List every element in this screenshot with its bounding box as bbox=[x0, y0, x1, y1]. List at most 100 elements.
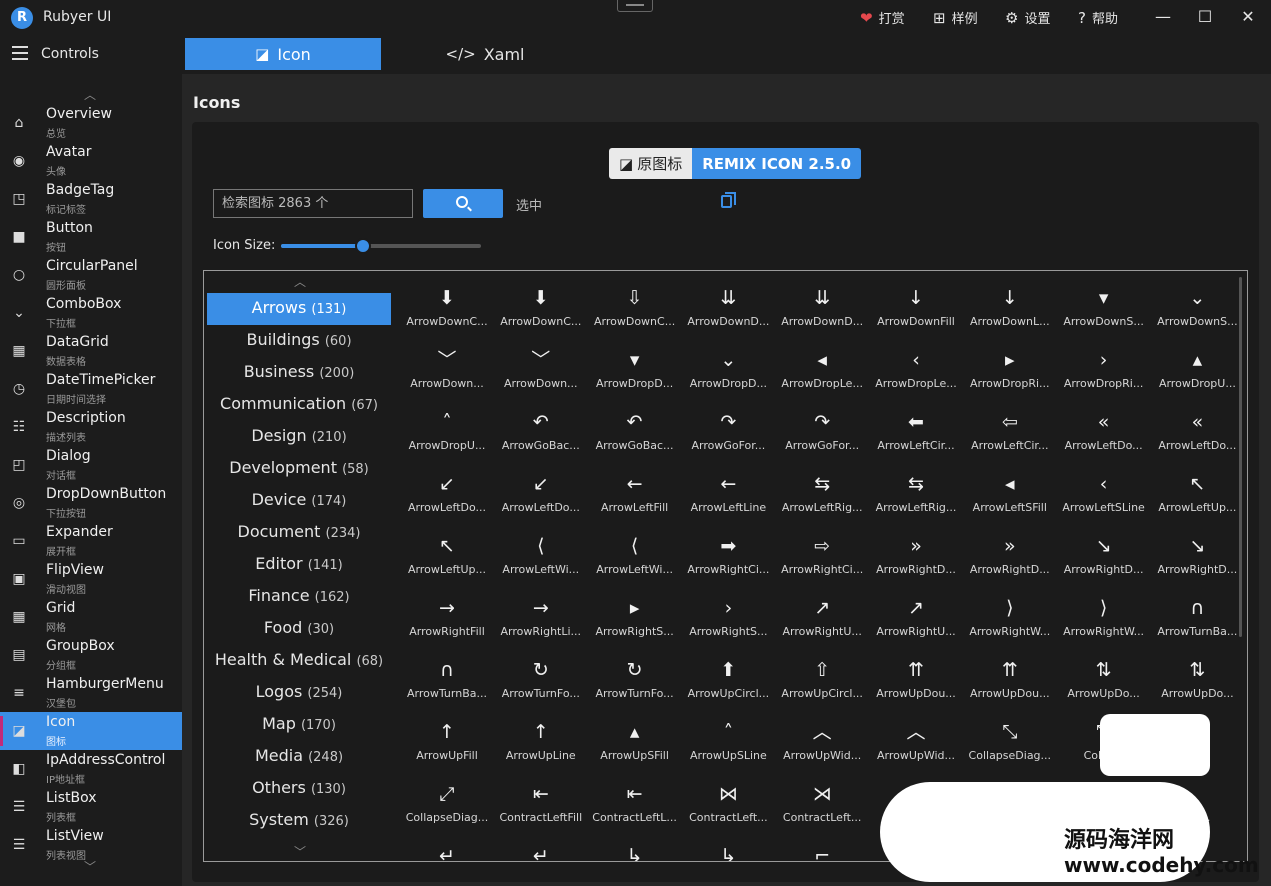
icon-cell[interactable]: ⟨ ArrowLeftWi... bbox=[590, 529, 680, 591]
icon-cell[interactable]: ⇦ ArrowLeftCir... bbox=[965, 405, 1055, 467]
tab-icon[interactable]: ◪ Icon bbox=[185, 38, 381, 70]
sidebar-item-icon[interactable]: ◪ Icon 图标 bbox=[0, 712, 182, 750]
original-icon-label[interactable]: ◪ 原图标 bbox=[609, 148, 693, 179]
icon-cell[interactable]: ⬆ ArrowUpCircl... bbox=[683, 653, 773, 715]
hamburger-icon[interactable] bbox=[12, 46, 28, 60]
icon-cell[interactable]: » ArrowRightD... bbox=[871, 529, 961, 591]
icon-cell[interactable]: ︿ ArrowUpWid... bbox=[871, 715, 961, 777]
icon-cell[interactable]: ↓ ArrowDownFill bbox=[871, 281, 961, 343]
sidebar-item-groupbox[interactable]: ▤ GroupBox 分组框 bbox=[0, 636, 182, 674]
icon-cell[interactable]: ↵ bbox=[496, 839, 586, 861]
sidebar-item-avatar[interactable]: ◉ Avatar 头像 bbox=[0, 142, 182, 180]
icon-cell[interactable]: ▸ ArrowRightS... bbox=[590, 591, 680, 653]
icon-cell[interactable]: ˄ ArrowUpSLine bbox=[683, 715, 773, 777]
icon-cell[interactable]: ↶ ArrowGoBac... bbox=[590, 405, 680, 467]
category-item[interactable]: Communication (67) bbox=[208, 389, 390, 421]
icon-cell[interactable]: ⬅ ArrowLeftCir... bbox=[871, 405, 961, 467]
sidebar-item-datetimepicker[interactable]: ◷ DateTimePicker 日期时间选择 bbox=[0, 370, 182, 408]
category-item[interactable]: Others (130) bbox=[208, 773, 390, 805]
category-item[interactable]: Food (30) bbox=[208, 613, 390, 645]
category-scroll-up-icon[interactable]: ︿ bbox=[294, 273, 306, 290]
category-item[interactable]: Editor (141) bbox=[208, 549, 390, 581]
category-item[interactable]: Device (174) bbox=[208, 485, 390, 517]
icon-cell[interactable]: ⇨ ArrowRightCi... bbox=[777, 529, 867, 591]
sidebar-item-dialog[interactable]: ◰ Dialog 对话框 bbox=[0, 446, 182, 484]
icon-cell[interactable]: ↖ ArrowLeftUp... bbox=[1152, 467, 1242, 529]
icon-cell[interactable]: ⤡ CollapseDiag... bbox=[965, 715, 1055, 777]
icon-cell[interactable]: ↵ bbox=[402, 839, 492, 861]
icon-cell[interactable]: ⇊ ArrowDownD... bbox=[683, 281, 773, 343]
icon-cell[interactable]: ↳ bbox=[683, 839, 773, 861]
icon-cell[interactable]: ⇊ ArrowDownD... bbox=[777, 281, 867, 343]
maximize-button[interactable]: ☐ bbox=[1193, 5, 1217, 29]
category-item[interactable]: Business (200) bbox=[208, 357, 390, 389]
icon-cell[interactable]: ➡ ArrowRightCi... bbox=[683, 529, 773, 591]
icon-cell[interactable]: ⋊ ContractLeft... bbox=[777, 777, 867, 839]
icon-cell[interactable]: ⟩ ArrowRightW... bbox=[1059, 591, 1149, 653]
sidebar-item-expander[interactable]: ▭ Expander 展开框 bbox=[0, 522, 182, 560]
drag-handle[interactable] bbox=[617, 0, 653, 12]
category-item[interactable]: Finance (162) bbox=[208, 581, 390, 613]
icon-cell[interactable]: « ArrowLeftDo... bbox=[1152, 405, 1242, 467]
icon-cell[interactable]: « ArrowLeftDo... bbox=[1059, 405, 1149, 467]
category-item[interactable]: System (326) bbox=[208, 805, 390, 837]
category-item[interactable]: Design (210) bbox=[208, 421, 390, 453]
icon-cell[interactable]: ∩ ArrowTurnBa... bbox=[402, 653, 492, 715]
icon-cell[interactable]: ⌄ ArrowDropD... bbox=[683, 343, 773, 405]
icon-cell[interactable]: ▴ ArrowDropU... bbox=[1152, 343, 1242, 405]
icon-cell[interactable]: ⇈ ArrowUpDou... bbox=[965, 653, 1055, 715]
sidebar-scroll-down-icon[interactable]: ﹀ bbox=[84, 858, 96, 875]
sidebar-item-overview[interactable]: ⌂ Overview 总览 bbox=[0, 104, 182, 142]
icon-cell[interactable]: ⇈ ArrowUpDou... bbox=[871, 653, 961, 715]
icon-cell[interactable]: ← ArrowLeftLine bbox=[683, 467, 773, 529]
sidebar-item-ipaddresscontrol[interactable]: ◧ IpAddressControl IP地址框 bbox=[0, 750, 182, 788]
icon-cell[interactable]: ⌐ bbox=[777, 839, 867, 861]
category-scroll-down-icon[interactable]: ﹀ bbox=[294, 843, 306, 860]
icon-cell[interactable]: ↙ ArrowLeftDo... bbox=[496, 467, 586, 529]
icon-cell[interactable]: ⬇ ArrowDownC... bbox=[496, 281, 586, 343]
icon-cell[interactable]: ↻ ArrowTurnFo... bbox=[496, 653, 586, 715]
category-item[interactable]: Buildings (60) bbox=[208, 325, 390, 357]
icon-cell[interactable]: ⇅ ArrowUpDo... bbox=[1059, 653, 1149, 715]
icon-cell[interactable]: › ArrowRightS... bbox=[683, 591, 773, 653]
sidebar-item-dropdownbutton[interactable]: ◎ DropDownButton 下拉按钮 bbox=[0, 484, 182, 522]
icon-size-slider[interactable] bbox=[281, 238, 481, 254]
icon-cell[interactable]: ﹀ ArrowDown... bbox=[496, 343, 586, 405]
icon-cell[interactable]: ↷ ArrowGoFor... bbox=[777, 405, 867, 467]
icon-cell[interactable]: ↳ bbox=[590, 839, 680, 861]
icon-cell[interactable]: ⌄ ArrowDownS... bbox=[1152, 281, 1242, 343]
icon-cell[interactable]: ⟨ ArrowLeftWi... bbox=[496, 529, 586, 591]
icon-cell[interactable]: ↙ ArrowLeftDo... bbox=[402, 467, 492, 529]
icon-cell[interactable]: ⇧ ArrowUpCircl... bbox=[777, 653, 867, 715]
icon-cell[interactable]: ↷ ArrowGoFor... bbox=[683, 405, 773, 467]
sidebar-item-listbox[interactable]: ☰ ListBox 列表框 bbox=[0, 788, 182, 826]
icon-cell[interactable]: › ArrowDropRi... bbox=[1059, 343, 1149, 405]
icon-cell[interactable]: ↗ ArrowRightU... bbox=[871, 591, 961, 653]
icon-cell[interactable]: ↑ ArrowUpFill bbox=[402, 715, 492, 777]
icon-cell[interactable]: ⇅ ArrowUpDo... bbox=[1152, 653, 1242, 715]
sidebar-item-description[interactable]: ☷ Description 描述列表 bbox=[0, 408, 182, 446]
icon-cell[interactable]: ﹀ ArrowDown... bbox=[402, 343, 492, 405]
icon-cell[interactable]: ▾ ArrowDropD... bbox=[590, 343, 680, 405]
icon-cell[interactable]: ⋈ ContractLeft... bbox=[683, 777, 773, 839]
sidebar-item-circularpanel[interactable]: ○ CircularPanel 圆形面板 bbox=[0, 256, 182, 294]
icon-cell[interactable]: → ArrowRightLi... bbox=[496, 591, 586, 653]
icon-cell[interactable]: ◂ ArrowLeftSFill bbox=[965, 467, 1055, 529]
icon-cell[interactable]: ↶ ArrowGoBac... bbox=[496, 405, 586, 467]
close-button[interactable]: ✕ bbox=[1236, 5, 1260, 29]
sidebar-item-combobox[interactable]: ⌄ ComboBox 下拉框 bbox=[0, 294, 182, 332]
icon-cell[interactable]: ↘ ArrowRightD... bbox=[1059, 529, 1149, 591]
sidebar-item-hamburgermenu[interactable]: ≡ HamburgerMenu 汉堡包 bbox=[0, 674, 182, 712]
sidebar-scroll-up-icon[interactable]: ︿ bbox=[84, 86, 96, 103]
icon-cell[interactable]: ↻ ArrowTurnFo... bbox=[590, 653, 680, 715]
icon-cell[interactable]: ▾ ArrowDownS... bbox=[1059, 281, 1149, 343]
icon-cell[interactable]: ⇆ ArrowLeftRig... bbox=[777, 467, 867, 529]
remix-icon-version[interactable]: REMIX ICON 2.5.0 bbox=[692, 148, 862, 179]
search-input[interactable]: 检索图标 2863 个 bbox=[213, 189, 413, 218]
icon-cell[interactable]: ↑ ArrowUpLine bbox=[496, 715, 586, 777]
minimize-button[interactable]: — bbox=[1151, 5, 1175, 29]
icon-cell[interactable]: ⇤ ContractLeftFill bbox=[496, 777, 586, 839]
icon-cell[interactable]: ⇆ ArrowLeftRig... bbox=[871, 467, 961, 529]
icon-cell[interactable]: ‹ ArrowLeftSLine bbox=[1059, 467, 1149, 529]
icon-cell[interactable]: ← ArrowLeftFill bbox=[590, 467, 680, 529]
